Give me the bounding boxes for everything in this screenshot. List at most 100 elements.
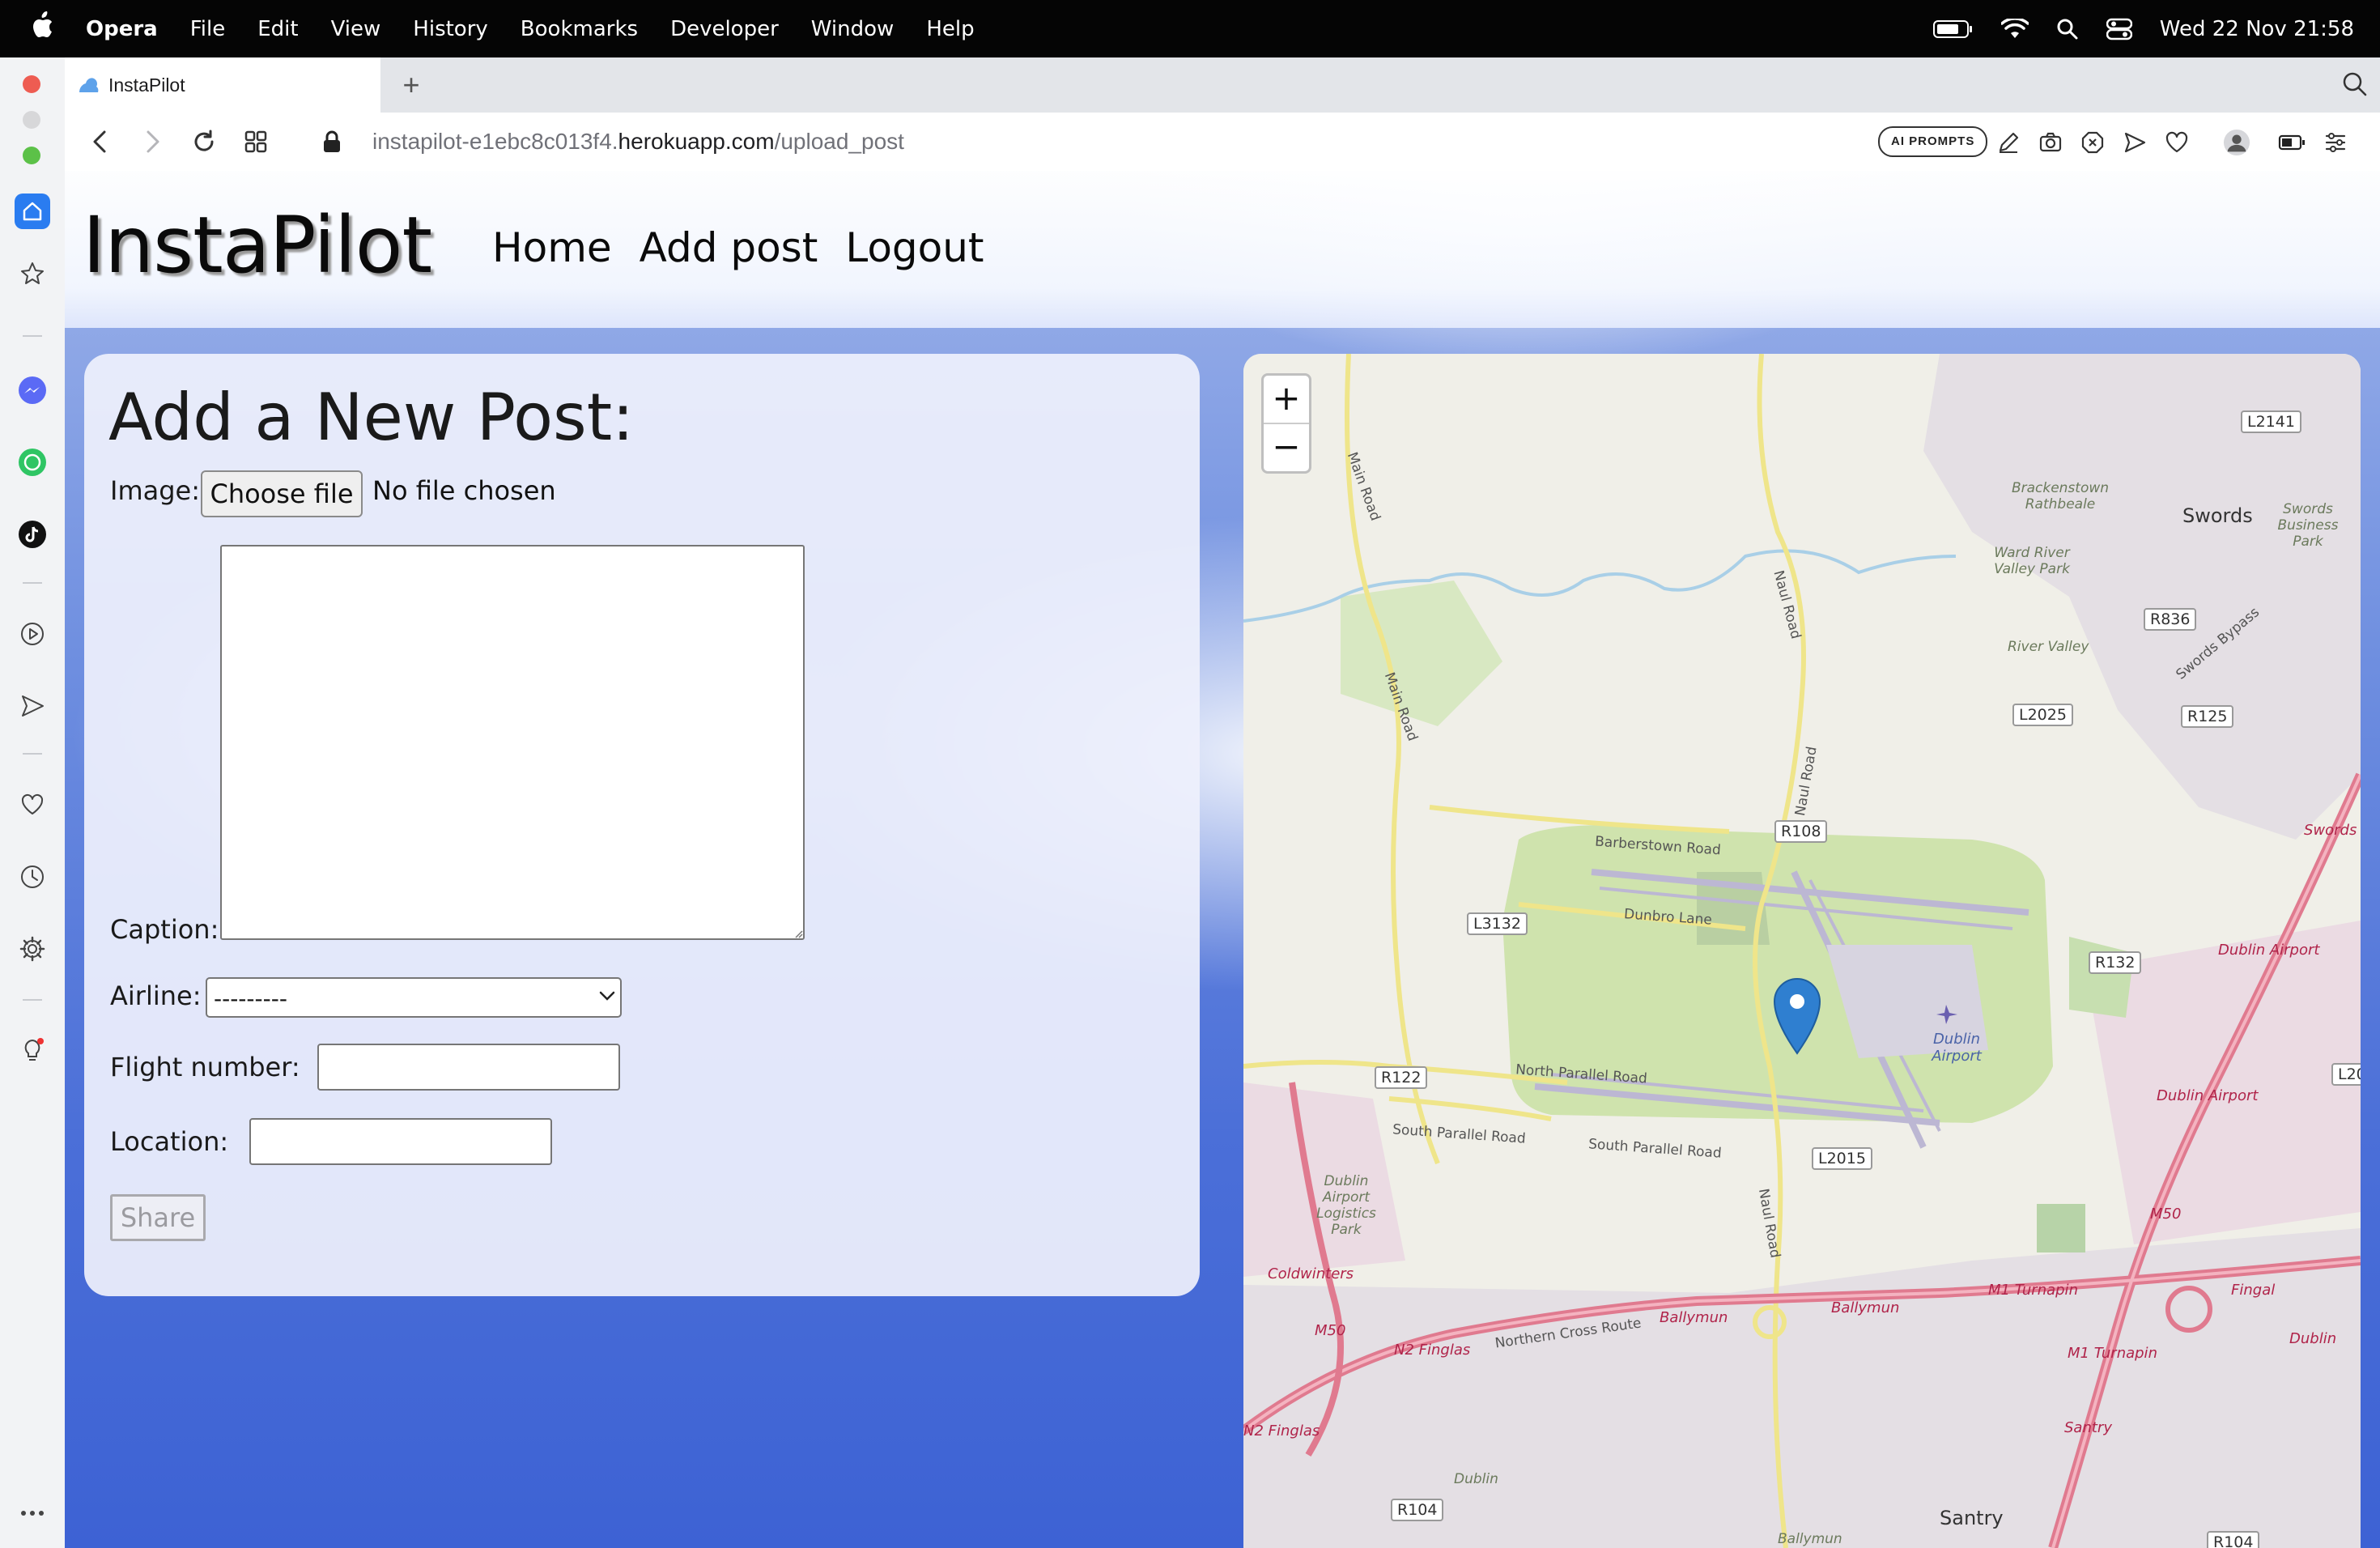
map-motorway-label: M1 Turnapin xyxy=(1988,1282,2078,1299)
map-motorway-label: Swords xyxy=(2304,822,2357,839)
battery-saver-icon[interactable] xyxy=(2278,129,2306,156)
favorite-heart-icon[interactable] xyxy=(2163,129,2191,156)
menu-window[interactable]: Window xyxy=(811,17,895,41)
window-zoom-button[interactable] xyxy=(23,147,40,164)
web-page: InstaPilot Home Add post Logout Add a Ne… xyxy=(65,171,2380,1548)
easy-setup-menu-icon[interactable] xyxy=(2322,129,2349,156)
site-brand[interactable]: InstaPilot xyxy=(83,200,432,291)
location-input[interactable] xyxy=(249,1118,552,1165)
tab-search-icon[interactable] xyxy=(2341,70,2369,98)
resize-handle-icon[interactable] xyxy=(793,929,803,938)
map-motorway-label: Coldwinters xyxy=(1268,1265,1354,1282)
menu-view[interactable]: View xyxy=(331,17,381,41)
nav-logout-link[interactable]: Logout xyxy=(845,224,984,271)
tiktok-icon[interactable] xyxy=(15,517,50,552)
menu-history[interactable]: History xyxy=(413,17,488,41)
map-town-label: Swords xyxy=(2182,504,2253,527)
history-clock-icon[interactable] xyxy=(15,859,50,895)
new-tab-button[interactable]: + xyxy=(393,67,429,103)
map-road-shield: R125 xyxy=(2181,705,2234,728)
nav-home-link[interactable]: Home xyxy=(492,224,612,271)
url-prefix: instapilot-e1ebc8c013f4. xyxy=(372,129,618,154)
menu-app-opera[interactable]: Opera xyxy=(86,17,158,41)
form-title: Add a New Post: xyxy=(108,380,635,455)
map-tiles[interactable] xyxy=(1243,354,2361,1548)
spotlight-search-icon[interactable] xyxy=(2056,18,2079,40)
battery-icon[interactable] xyxy=(1932,19,1974,39)
map-road-shield: L20 xyxy=(2331,1063,2361,1086)
menu-file[interactable]: File xyxy=(190,17,226,41)
edit-icon[interactable] xyxy=(1995,129,2022,156)
tab-instapilot[interactable]: InstaPilot xyxy=(65,57,380,113)
add-post-form: Add a New Post: Image: Choose file No fi… xyxy=(84,354,1200,1296)
adblock-icon[interactable] xyxy=(2079,129,2106,156)
back-button[interactable] xyxy=(84,125,117,158)
tab-strip: InstaPilot + xyxy=(65,57,2380,113)
more-options-icon[interactable] xyxy=(15,1495,50,1531)
map-area-label: River Valley xyxy=(2008,639,2089,655)
map-motorway-label: N2 Finglas xyxy=(1394,1342,1471,1359)
site-nav: Home Add post Logout xyxy=(492,224,984,271)
menu-developer[interactable]: Developer xyxy=(670,17,779,41)
zoom-in-button[interactable]: + xyxy=(1264,376,1309,423)
map-motorway-label: Dublin Airport xyxy=(2157,1087,2259,1104)
snapshot-camera-icon[interactable] xyxy=(2037,129,2064,156)
reload-button[interactable] xyxy=(188,125,220,158)
map-road-shield: R104 xyxy=(2207,1531,2260,1548)
caption-textarea[interactable] xyxy=(220,545,805,940)
map-motorway-label: Fingal xyxy=(2231,1282,2276,1299)
window-minimize-button[interactable] xyxy=(23,111,40,129)
zoom-out-button[interactable]: − xyxy=(1264,424,1309,471)
menu-edit[interactable]: Edit xyxy=(257,17,298,41)
flight-number-input[interactable] xyxy=(317,1044,620,1091)
map-area-label: Ward River Valley Park xyxy=(1994,545,2070,577)
map-area-label: Dublin xyxy=(1454,1471,1498,1487)
home-icon[interactable] xyxy=(15,194,50,229)
whatsapp-icon[interactable] xyxy=(15,444,50,480)
window-close-button[interactable] xyxy=(23,75,40,93)
map-motorway-label: N2 Finglas xyxy=(1243,1423,1320,1440)
menu-help[interactable]: Help xyxy=(926,17,974,41)
forward-button[interactable] xyxy=(136,125,168,158)
airline-selected-value: --------- xyxy=(214,985,287,1012)
map-road-shield: L2141 xyxy=(2241,410,2301,433)
tab-overview-icon[interactable] xyxy=(240,125,272,158)
profile-avatar-icon[interactable] xyxy=(2223,129,2250,156)
map-zoom-control: + − xyxy=(1261,373,1311,474)
speed-dial-star-icon[interactable] xyxy=(15,256,50,291)
nav-add-post-link[interactable]: Add post xyxy=(640,224,818,271)
choose-file-button[interactable]: Choose file xyxy=(201,470,363,517)
chevron-down-icon xyxy=(599,991,615,1001)
share-button[interactable]: Share xyxy=(110,1194,206,1241)
bookmarks-heart-icon[interactable] xyxy=(15,787,50,823)
secure-lock-icon[interactable] xyxy=(316,125,348,158)
map-motorway-label: Dublin Airport xyxy=(2218,942,2320,959)
location-map[interactable]: + − Swords Santry Dublin Airport L2141 R… xyxy=(1243,354,2361,1548)
instapilot-favicon-icon xyxy=(79,78,99,92)
map-area-label: Dublin Airport Logistics Park xyxy=(1316,1173,1376,1238)
settings-gear-icon[interactable] xyxy=(15,931,50,967)
control-center-icon[interactable] xyxy=(2106,18,2132,40)
flow-send-icon[interactable] xyxy=(15,688,50,724)
messenger-icon[interactable] xyxy=(15,372,50,408)
apple-logo-icon[interactable] xyxy=(31,11,53,40)
map-motorway-label: Ballymun xyxy=(1831,1299,1900,1316)
url-field[interactable]: instapilot-e1ebc8c013f4.herokuapp.com/up… xyxy=(372,129,904,155)
no-file-chosen-text: No file chosen xyxy=(372,475,556,506)
flight-number-label: Flight number: xyxy=(110,1052,300,1082)
map-town-label: Santry xyxy=(1940,1507,2004,1529)
map-road-shield: R836 xyxy=(2144,608,2197,631)
map-motorway-label: Dublin xyxy=(2289,1330,2337,1347)
menu-bookmarks[interactable]: Bookmarks xyxy=(521,17,638,41)
map-area-label: Ballymun xyxy=(1778,1531,1842,1547)
wifi-icon[interactable] xyxy=(2000,18,2029,40)
ai-prompts-button[interactable]: AI PROMPTS xyxy=(1878,126,1988,157)
caption-label: Caption: xyxy=(110,914,219,945)
map-area-label: Swords Business Park xyxy=(2277,501,2339,550)
map-road-shield: L3132 xyxy=(1467,912,1528,935)
send-icon[interactable] xyxy=(2121,129,2148,156)
tips-lightbulb-icon[interactable] xyxy=(15,1033,50,1069)
player-icon[interactable] xyxy=(15,616,50,652)
menubar-clock[interactable]: Wed 22 Nov 21:58 xyxy=(2160,17,2354,41)
image-label: Image: xyxy=(110,475,200,506)
